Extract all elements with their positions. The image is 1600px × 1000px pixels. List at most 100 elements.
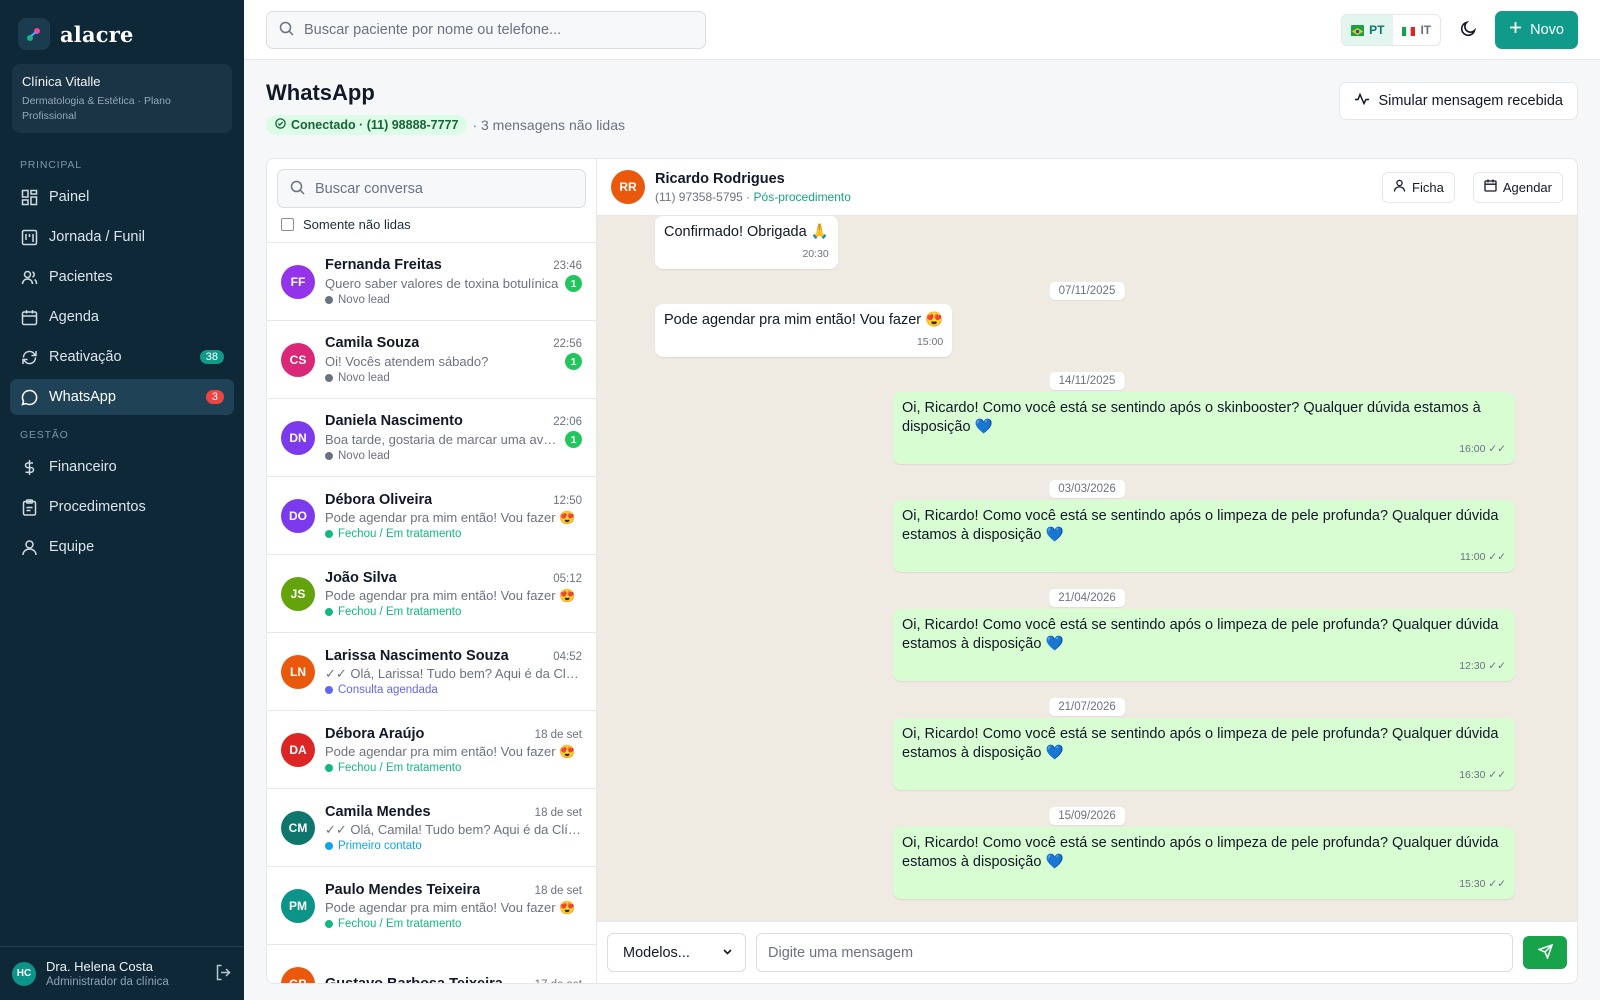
outgoing-message[interactable]: Oi, Ricardo! Como você está se sentindo … xyxy=(893,609,1515,681)
chat-icon xyxy=(20,388,38,406)
conversation-body: Camila Souza 22:56 Oi! Vocês atendem sábad… xyxy=(325,335,582,384)
conversation-stage: Consulta agendada xyxy=(325,684,582,696)
unread-summary: · 3 mensagens não lidas xyxy=(472,117,625,133)
connection-status-badge: Conectado · (11) 98888-7777 xyxy=(266,115,468,135)
avatar[interactable]: RR xyxy=(611,170,645,204)
clinic-card[interactable]: Clínica Vitalle Dermatologia & Estética … xyxy=(12,64,232,133)
sidebar-item-financeiro[interactable]: Financeiro xyxy=(10,449,234,485)
templates-select[interactable]: Modelos... xyxy=(607,933,746,972)
unread-only-checkbox[interactable] xyxy=(281,218,294,231)
moon-icon xyxy=(1460,20,1477,40)
conversation-item[interactable]: PM Paulo Mendes Teixeira 18 de set Pode age… xyxy=(267,867,596,945)
brand[interactable]: alacre xyxy=(0,0,244,64)
conversation-body: Fernanda Freitas 23:46 Quero saber valores… xyxy=(325,257,582,306)
unread-only-label: Somente não lidas xyxy=(303,217,411,232)
conversation-item[interactable]: JS João Silva 05:12 Pode agendar pra mim en… xyxy=(267,555,596,633)
conversation-preview: Pode agendar pra mim então! Vou fazer 😍 xyxy=(325,587,576,603)
message-text: Oi, Ricardo! Como você está se sentindo … xyxy=(902,726,1499,761)
message-text: Confirmado! Obrigada 🙏 xyxy=(664,224,829,240)
conversation-name: João Silva xyxy=(325,569,397,586)
sidebar-item-label: Jornada / Funil xyxy=(49,229,145,245)
sidebar-item-pacientes[interactable]: Pacientes xyxy=(10,259,234,295)
conversation-search-input[interactable] xyxy=(315,180,573,197)
lang-pt-button[interactable]: PT xyxy=(1342,14,1394,45)
conversation-item[interactable]: GB Gustavo Barbosa Teixeira 17 de set xyxy=(267,945,596,983)
conversation-item[interactable]: DN Daniela Nascimento 22:06 Boa tarde, gost… xyxy=(267,399,596,477)
connection-status-label: Conectado · (11) 98888-7777 xyxy=(291,118,459,132)
theme-toggle-button[interactable] xyxy=(1451,13,1485,47)
conversation-item[interactable]: FF Fernanda Freitas 23:46 Quero saber valor… xyxy=(267,243,596,321)
sidebar-item-agenda[interactable]: Agenda xyxy=(10,299,234,335)
message-time: 15:30 ✓✓ xyxy=(1459,878,1506,890)
send-button[interactable] xyxy=(1523,936,1567,969)
message-input-field[interactable] xyxy=(756,933,1513,972)
outgoing-message[interactable]: Oi, Ricardo! Como você está se sentindo … xyxy=(893,718,1515,790)
conversation-item[interactable]: DO Débora Oliveira 12:50 Pode agendar pra m… xyxy=(267,477,596,555)
whatsapp-count-badge: 3 xyxy=(205,390,224,404)
conversation-preview: Pode agendar pra mim então! Vou fazer 😍 xyxy=(325,899,576,915)
simulate-message-button[interactable]: Simular mensagem recebida xyxy=(1339,82,1578,120)
conversation-item[interactable]: CS Camila Souza 22:56 Oi! Vocês atendem sáb… xyxy=(267,321,596,399)
sidebar-item-label: Pacientes xyxy=(49,269,113,285)
stage-dot-icon xyxy=(325,841,333,850)
sidebar-item-jornada[interactable]: Jornada / Funil xyxy=(10,219,234,255)
agendar-button[interactable]: Agendar xyxy=(1472,171,1563,203)
send-icon xyxy=(1536,943,1553,962)
new-button[interactable]: Novo xyxy=(1495,10,1578,49)
incoming-message[interactable]: Pode agendar pra mim então! Vou fazer 😍 1… xyxy=(655,304,953,357)
conversation-name: Larissa Nascimento Souza xyxy=(325,647,509,664)
page-title: WhatsApp xyxy=(266,80,375,105)
sidebar-item-label: Procedimentos xyxy=(49,499,146,515)
conversation-list: Somente não lidas FF Fernanda Freitas 23:4… xyxy=(267,159,597,983)
sidebar-item-procedimentos[interactable]: Procedimentos xyxy=(10,489,234,525)
incoming-message[interactable]: Confirmado! Obrigada 🙏 20:30 xyxy=(655,216,838,269)
reativacao-count-badge: 38 xyxy=(199,350,224,364)
calendar-icon xyxy=(1484,179,1497,195)
unread-only-toggle[interactable]: Somente não lidas xyxy=(277,208,586,234)
conversation-time: 18 de set xyxy=(534,728,582,741)
outgoing-message[interactable]: Oi, Ricardo! Como você está se sentindo … xyxy=(893,392,1515,464)
patient-search[interactable] xyxy=(266,10,706,49)
logout-icon[interactable] xyxy=(215,964,232,984)
nav-section-gestao: GESTÃO xyxy=(20,429,69,441)
avatar[interactable]: HC xyxy=(12,961,36,986)
clipboard-icon xyxy=(20,498,38,516)
message-text: Oi, Ricardo! Como você está se sentindo … xyxy=(902,835,1499,870)
conversation-item[interactable]: DA Débora Araújo 18 de set Pode agendar pra… xyxy=(267,711,596,789)
sidebar-item-reativacao[interactable]: Reativação 38 xyxy=(10,339,234,375)
conversation-preview: ✓✓ Olá, Larissa! Tudo bem? Aqui é da Clí… xyxy=(325,665,582,681)
sidebar-item-label: Reativação xyxy=(49,349,122,365)
stage-dot-icon xyxy=(325,763,333,772)
conversation-name: Fernanda Freitas xyxy=(325,257,442,273)
chat-contact-name: Ricardo Rodrigues xyxy=(655,170,785,187)
avatar: CS xyxy=(281,342,315,377)
stage-dot-icon xyxy=(325,919,333,928)
conversation-item[interactable]: CM Camila Mendes 18 de set ✓✓ Olá, Camila! … xyxy=(267,789,596,867)
lang-it-button[interactable]: IT xyxy=(1393,15,1440,45)
chat-contact-stage: Pós-procedimento xyxy=(753,189,851,204)
conversation-item[interactable]: LN Larissa Nascimento Souza 04:52 ✓✓ Olá, L… xyxy=(267,633,596,711)
message-input[interactable] xyxy=(768,944,1501,961)
conversation-stage-label: Novo lead xyxy=(338,294,390,306)
outgoing-message[interactable]: Oi, Ricardo! Como você está se sentindo … xyxy=(893,500,1515,572)
conversation-time: 05:12 xyxy=(553,572,582,585)
agendar-label: Agendar xyxy=(1502,179,1552,195)
chat-pane: RR Ricardo Rodrigues (11) 97358-5795 · P… xyxy=(597,159,1577,983)
lang-pt-label: PT xyxy=(1369,22,1385,37)
sidebar-item-painel[interactable]: Painel xyxy=(10,179,234,215)
avatar: DN xyxy=(281,420,315,455)
sidebar-item-whatsapp[interactable]: WhatsApp 3 xyxy=(10,379,234,415)
user-icon xyxy=(20,538,38,556)
sidebar-item-equipe[interactable]: Equipe xyxy=(10,529,234,565)
conversation-search[interactable] xyxy=(277,169,586,208)
conversation-time: 22:56 xyxy=(553,338,582,350)
sidebar-item-label: Equipe xyxy=(49,539,95,555)
chat-header: RR Ricardo Rodrigues (11) 97358-5795 · P… xyxy=(597,159,1577,216)
outgoing-message[interactable]: Oi, Ricardo! Como você está se sentindo … xyxy=(893,827,1515,899)
conversation-preview: Pode agendar pra mim então! Vou fazer 😍 xyxy=(325,743,576,759)
conversation-name: Paulo Mendes Teixeira xyxy=(325,881,481,898)
avatar: FF xyxy=(281,264,315,299)
message-thread[interactable]: Confirmado! Obrigada 🙏 20:30 07/11/2025 Pod… xyxy=(597,216,1577,921)
ficha-button[interactable]: Ficha xyxy=(1382,171,1455,203)
patient-search-input[interactable] xyxy=(304,21,693,38)
